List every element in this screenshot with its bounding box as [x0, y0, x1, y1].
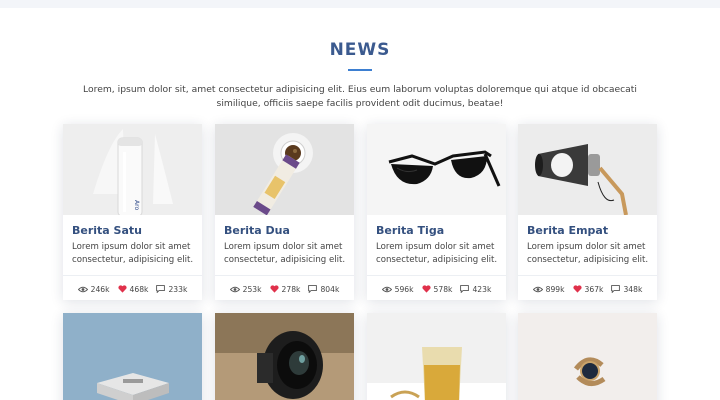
news-card[interactable]: Berita Empat Lorem ipsum dolor sit amet …: [518, 124, 657, 300]
card-image-tea[interactable]: [215, 124, 354, 215]
likes-stat[interactable]: 578k: [421, 284, 453, 294]
views-count: 596k: [394, 284, 414, 294]
comments-stat[interactable]: 348k: [611, 285, 642, 294]
views-count: 246k: [90, 284, 110, 294]
card-stats: 246k 468k 233k: [63, 282, 202, 296]
news-card[interactable]: Berita Dua Lorem ipsum dolor sit amet co…: [215, 124, 354, 300]
card-stats: 899k 367k 348k: [518, 282, 657, 296]
card-title[interactable]: Berita Dua: [224, 224, 290, 237]
comments-count: 348k: [623, 284, 643, 294]
card-image-lamp[interactable]: [518, 124, 657, 215]
news-card[interactable]: Berita Tiga Lorem ipsum dolor sit amet c…: [367, 124, 506, 300]
title-underline: [348, 69, 372, 71]
comments-stat[interactable]: 423k: [460, 285, 491, 294]
views-stat: 253k: [229, 284, 262, 294]
comments-stat[interactable]: 233k: [156, 285, 187, 294]
heart-icon[interactable]: [269, 285, 279, 293]
card-title[interactable]: Berita Tiga: [376, 224, 444, 237]
likes-stat[interactable]: 468k: [117, 284, 149, 294]
views-stat: 596k: [381, 284, 414, 294]
card-title[interactable]: Berita Empat: [527, 224, 608, 237]
section-title: NEWS: [329, 40, 391, 60]
comment-icon[interactable]: [308, 285, 318, 293]
card-image-watch[interactable]: [518, 313, 657, 400]
views-count: 899k: [545, 284, 565, 294]
comments-count: 804k: [320, 284, 340, 294]
news-card[interactable]: Aro Berita Satu Lorem ipsum dolor sit am…: [63, 124, 202, 300]
comment-icon[interactable]: [611, 285, 621, 293]
card-divider: [215, 275, 354, 276]
card-stats: 596k 578k 423k: [367, 282, 506, 296]
card-image-lens[interactable]: [215, 313, 354, 400]
card-divider: [63, 275, 202, 276]
comment-icon[interactable]: [460, 285, 470, 293]
comment-icon[interactable]: [156, 285, 166, 293]
views-stat: 899k: [532, 284, 565, 294]
heart-icon[interactable]: [421, 285, 431, 293]
eye-icon: [532, 286, 543, 292]
heart-icon[interactable]: [572, 285, 582, 293]
news-card[interactable]: [367, 313, 506, 400]
card-description: Lorem ipsum dolor sit amet consectetur, …: [224, 242, 346, 265]
news-card[interactable]: [63, 313, 202, 400]
card-description: Lorem ipsum dolor sit amet consectetur, …: [527, 242, 649, 265]
views-count: 253k: [242, 284, 262, 294]
card-description: Lorem ipsum dolor sit amet consectetur, …: [376, 242, 498, 265]
likes-stat[interactable]: 278k: [269, 284, 301, 294]
card-image-bottle[interactable]: Aro: [63, 124, 202, 215]
card-divider: [518, 275, 657, 276]
news-card[interactable]: [215, 313, 354, 400]
svg-text:Aro: Aro: [133, 200, 140, 210]
comments-count: 233k: [168, 284, 188, 294]
likes-count: 367k: [584, 284, 604, 294]
comments-stat[interactable]: 804k: [308, 285, 339, 294]
top-bar: [0, 0, 720, 8]
likes-count: 278k: [281, 284, 301, 294]
card-divider: [367, 275, 506, 276]
card-description: Lorem ipsum dolor sit amet consectetur, …: [72, 242, 194, 265]
section-intro: Lorem, ipsum dolor sit, amet consectetur…: [83, 84, 637, 109]
eye-icon: [229, 286, 240, 292]
comments-count: 423k: [472, 284, 492, 294]
card-stats: 253k 278k 804k: [215, 282, 354, 296]
card-image-stool[interactable]: [63, 313, 202, 400]
heart-icon[interactable]: [117, 285, 127, 293]
card-image-sunglasses[interactable]: [367, 124, 506, 215]
news-card[interactable]: [518, 313, 657, 400]
views-stat: 246k: [77, 284, 110, 294]
card-image-glass[interactable]: [367, 313, 506, 400]
likes-stat[interactable]: 367k: [572, 284, 604, 294]
likes-count: 578k: [433, 284, 453, 294]
eye-icon: [77, 286, 88, 292]
card-title[interactable]: Berita Satu: [72, 224, 142, 237]
likes-count: 468k: [129, 284, 149, 294]
eye-icon: [381, 286, 392, 292]
